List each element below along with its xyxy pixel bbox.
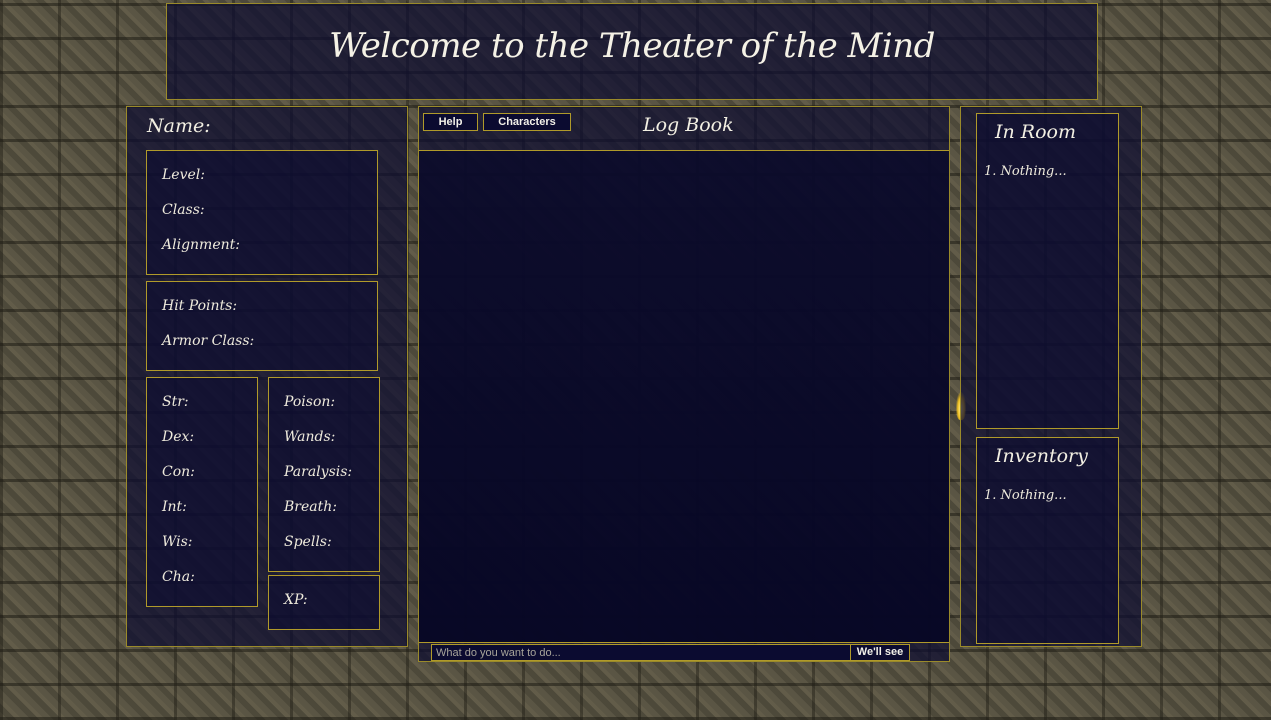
inventory-title: Inventory <box>995 445 1088 467</box>
xp-box: XP: <box>268 575 380 630</box>
ability-scores-box: Str: Dex: Con: Int: Wis: Cha: <box>146 377 258 607</box>
save-wands-label: Wands: <box>284 429 336 445</box>
save-paralysis-label: Paralysis: <box>284 464 353 480</box>
characters-button[interactable]: Characters <box>483 113 571 131</box>
saving-throws-box: Poison: Wands: Paralysis: Breath: Spells… <box>268 377 380 572</box>
help-button[interactable]: Help <box>423 113 478 131</box>
log-output[interactable] <box>419 150 949 643</box>
stat-int-label: Int: <box>162 499 187 515</box>
header-banner: Welcome to the Theater of the Mind <box>166 3 1098 100</box>
character-sheet: Name: Level: Class: Alignment: Hit Point… <box>126 106 408 647</box>
room-inventory-panel: In Room 1. Nothing... Inventory 1. Nothi… <box>960 106 1142 647</box>
alignment-label: Alignment: <box>162 237 240 253</box>
stat-str-label: Str: <box>162 394 189 410</box>
save-spells-label: Spells: <box>284 534 332 550</box>
class-label: Class: <box>162 202 205 218</box>
in-room-title: In Room <box>995 121 1076 143</box>
submit-command-button[interactable]: We'll see <box>850 644 910 661</box>
level-label: Level: <box>162 167 205 183</box>
command-input[interactable] <box>431 644 851 661</box>
room-list-item[interactable]: 1. Nothing... <box>984 164 1067 179</box>
armor-class-label: Armor Class: <box>162 333 255 349</box>
class-info-box: Level: Class: Alignment: <box>146 150 378 275</box>
in-room-box: In Room 1. Nothing... <box>976 113 1119 429</box>
log-book-title: Log Book <box>643 114 734 136</box>
stat-con-label: Con: <box>162 464 195 480</box>
page-title: Welcome to the Theater of the Mind <box>329 26 935 66</box>
stat-dex-label: Dex: <box>162 429 195 445</box>
hit-points-label: Hit Points: <box>162 298 238 314</box>
inventory-box: Inventory 1. Nothing... <box>976 437 1119 644</box>
combat-info-box: Hit Points: Armor Class: <box>146 281 378 371</box>
save-poison-label: Poison: <box>284 394 336 410</box>
character-name-label: Name: <box>147 115 211 137</box>
stat-wis-label: Wis: <box>162 534 193 550</box>
inventory-list-item[interactable]: 1. Nothing... <box>984 488 1067 503</box>
stat-cha-label: Cha: <box>162 569 195 585</box>
save-breath-label: Breath: <box>284 499 337 515</box>
xp-label: XP: <box>284 592 308 608</box>
log-book-panel: Help Characters Log Book We'll see <box>418 106 950 662</box>
